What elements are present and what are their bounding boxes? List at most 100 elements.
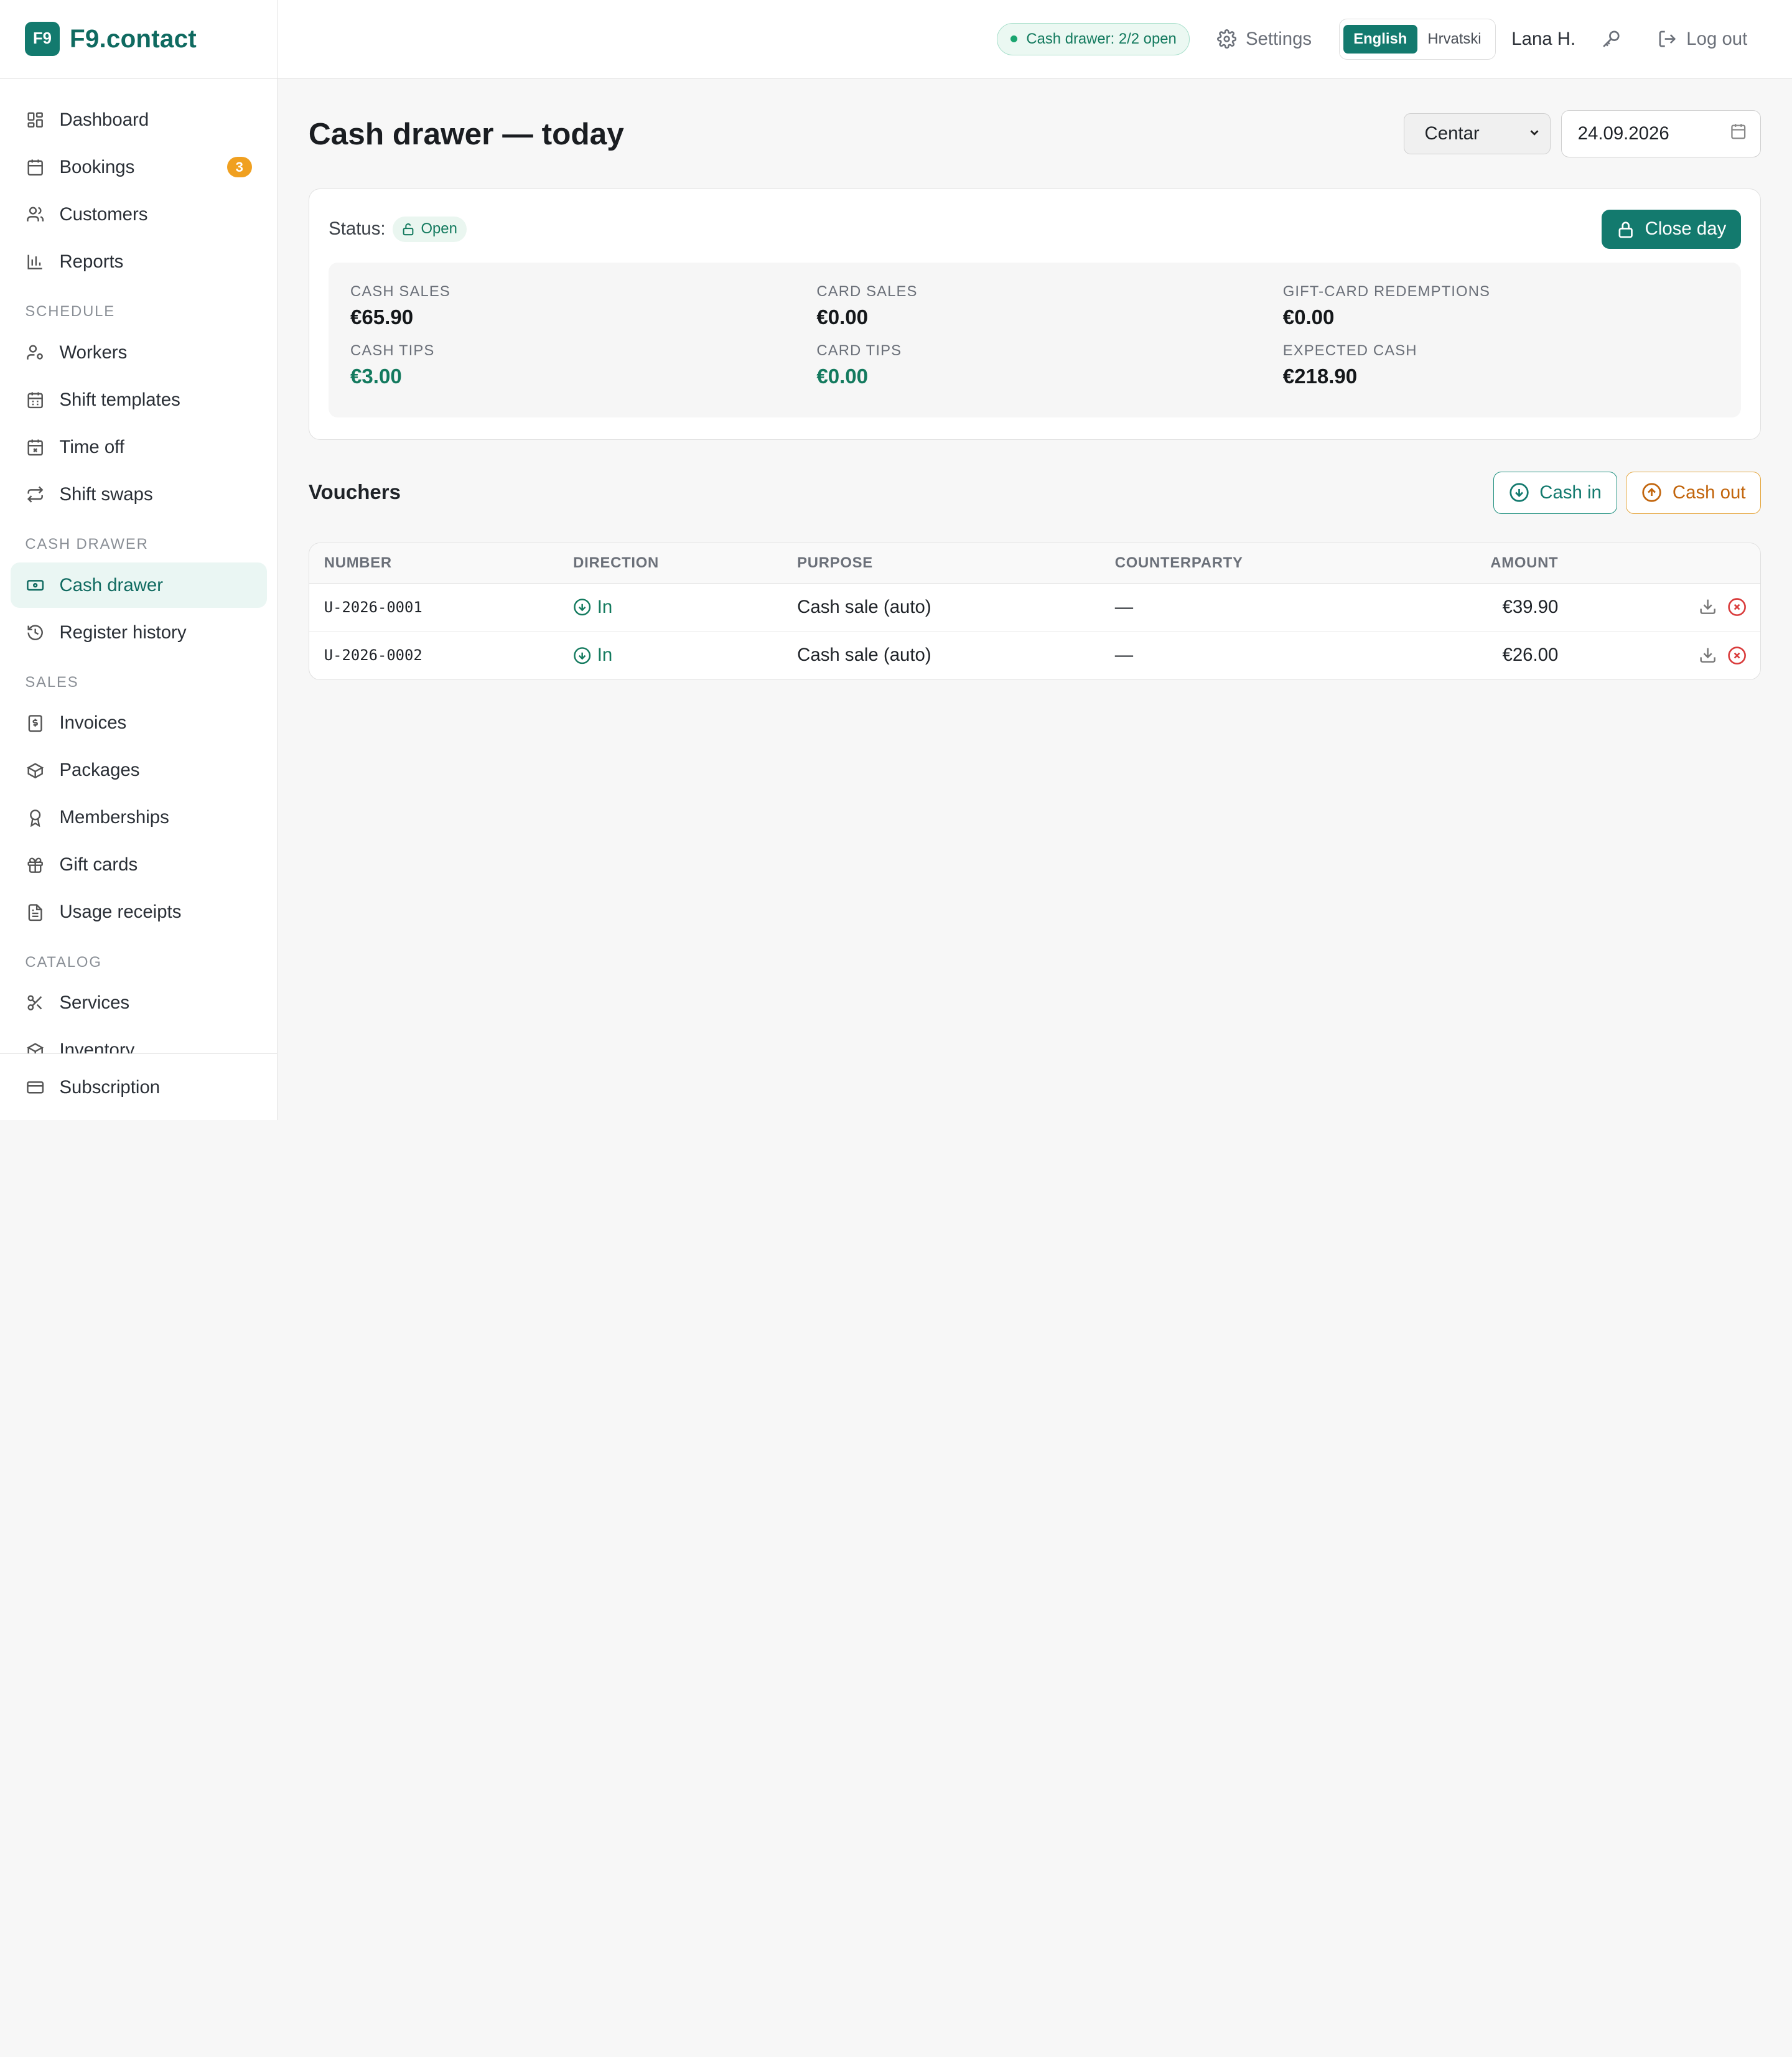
- calendar-icon: [25, 157, 45, 177]
- column-header-amount[interactable]: AMOUNT: [1332, 554, 1559, 572]
- gift-icon: [25, 855, 45, 875]
- voucher-counterparty: —: [1114, 596, 1134, 617]
- sidebar-item-shift-templates[interactable]: Shift templates: [11, 377, 267, 422]
- calendar-icon[interactable]: [1730, 123, 1747, 145]
- status-value: Open: [421, 220, 457, 238]
- receipt-dollar-icon: [25, 713, 45, 734]
- column-header-counterparty[interactable]: COUNTERPARTY: [1115, 554, 1332, 572]
- users-icon: [25, 204, 45, 225]
- sidebar-item-label: Services: [59, 992, 130, 1014]
- key-icon[interactable]: [1601, 29, 1622, 49]
- voucher-actions: Cash in Cash out: [1493, 471, 1762, 514]
- sidebar-item-label: Invoices: [59, 712, 127, 734]
- drawer-summary-card: Status: Open Close day CASH SALES €65.90…: [308, 189, 1762, 441]
- arrow-down-circle-icon: [573, 598, 591, 616]
- close-day-button[interactable]: Close day: [1601, 210, 1742, 249]
- cash-out-button[interactable]: Cash out: [1626, 471, 1762, 514]
- sidebar-item-label: Customers: [59, 203, 148, 225]
- sidebar-item-invoices[interactable]: Invoices: [11, 701, 267, 746]
- vouchers-table: NUMBER DIRECTION PURPOSE COUNTERPARTY AM…: [308, 543, 1762, 680]
- page-header: Cash drawer — today Centar 24.09.2026: [308, 79, 1762, 189]
- stat-value: €3.00: [350, 365, 402, 389]
- chevron-down-icon: [1528, 123, 1541, 144]
- package-icon: [25, 760, 45, 781]
- sidebar-item-register-history[interactable]: Register history: [11, 610, 267, 655]
- calendar-x-icon: [25, 437, 45, 457]
- lock-open-icon: [401, 222, 415, 236]
- status-line: Status: Open: [329, 217, 467, 242]
- stat-label: CASH SALES: [350, 282, 450, 300]
- settings-label: Settings: [1245, 28, 1312, 49]
- lang-english-button[interactable]: English: [1343, 24, 1417, 54]
- date-input[interactable]: 24.09.2026: [1561, 110, 1762, 157]
- summary-stats: CASH SALES €65.90 CARD SALES €0.00 GIFT-…: [329, 262, 1742, 418]
- table-header-row: NUMBER DIRECTION PURPOSE COUNTERPARTY AM…: [309, 543, 1761, 584]
- sidebar-item-shift-swaps[interactable]: Shift swaps: [11, 472, 267, 517]
- column-header-direction[interactable]: DIRECTION: [573, 554, 797, 572]
- sidebar-item-dashboard[interactable]: Dashboard: [11, 97, 267, 142]
- logout-link[interactable]: Log out: [1658, 29, 1747, 50]
- settings-link[interactable]: Settings: [1217, 29, 1312, 50]
- sidebar-section-cash-drawer: CASH DRAWER: [25, 536, 149, 553]
- scissors-icon: [25, 993, 45, 1014]
- download-icon[interactable]: [1699, 646, 1717, 665]
- bookings-count-badge: 3: [226, 157, 252, 178]
- logout-label: Log out: [1686, 28, 1748, 49]
- location-select-value: Centar: [1424, 123, 1480, 144]
- sidebar-item-label: Register history: [59, 622, 187, 643]
- stat-value: €218.90: [1282, 365, 1358, 389]
- download-icon[interactable]: [1699, 597, 1717, 617]
- cash-in-label: Cash in: [1539, 482, 1602, 503]
- logout-icon: [1658, 29, 1677, 49]
- location-select[interactable]: Centar: [1403, 113, 1551, 154]
- cancel-x-circle-icon[interactable]: [1727, 597, 1747, 617]
- lang-croatian-button[interactable]: Hrvatski: [1417, 25, 1491, 54]
- sidebar-item-time-off[interactable]: Time off: [11, 424, 267, 470]
- table-row[interactable]: U-2026-0001 In Cash sale (auto) — €39.90: [309, 584, 1761, 632]
- cash-in-button[interactable]: Cash in: [1493, 471, 1617, 514]
- stat-value: €0.00: [816, 365, 869, 389]
- vouchers-header: Vouchers Cash in Cash out: [308, 440, 1762, 543]
- sidebar-item-memberships[interactable]: Memberships: [11, 795, 267, 841]
- sidebar-item-label: Reports: [59, 251, 124, 272]
- page-content: Cash drawer — today Centar 24.09.2026 St…: [278, 79, 1792, 680]
- sidebar-item-customers[interactable]: Customers: [11, 192, 267, 237]
- sidebar-item-usage-receipts[interactable]: Usage receipts: [11, 890, 267, 935]
- vouchers-title: Vouchers: [308, 480, 401, 504]
- sidebar-item-workers[interactable]: Workers: [11, 330, 267, 375]
- voucher-direction: In: [573, 645, 797, 666]
- sidebar-item-reports[interactable]: Reports: [11, 239, 267, 284]
- voucher-direction-label: In: [597, 645, 613, 666]
- brand[interactable]: F9 F9.contact: [0, 0, 278, 79]
- voucher-purpose: Cash sale (auto): [797, 645, 931, 666]
- drawer-status-text: Cash drawer: 2/2 open: [1026, 30, 1177, 47]
- row-actions: [1558, 646, 1760, 665]
- sidebar-item-packages[interactable]: Packages: [11, 748, 267, 793]
- sidebar-item-bookings[interactable]: Bookings 3: [11, 144, 267, 190]
- sidebar-item-cash-drawer[interactable]: Cash drawer: [10, 562, 267, 609]
- sidebar-item-label: Time off: [59, 436, 124, 457]
- arrow-down-circle-icon: [573, 646, 591, 665]
- sidebar-item-subscription[interactable]: Subscription: [11, 1065, 268, 1110]
- sidebar-item-label: Dashboard: [59, 109, 149, 130]
- drawer-status-pill[interactable]: Cash drawer: 2/2 open: [997, 23, 1190, 55]
- page-title: Cash drawer — today: [308, 116, 624, 151]
- stat-cash-tips: CASH TIPS €3.00: [350, 342, 816, 402]
- voucher-direction: In: [573, 597, 797, 618]
- bar-chart-icon: [25, 251, 45, 272]
- status-label: Status:: [329, 218, 386, 240]
- table-row[interactable]: U-2026-0002 In Cash sale (auto) — €26.00: [309, 632, 1760, 679]
- sidebar-item-services[interactable]: Services: [11, 980, 267, 1025]
- sidebar-item-label: Shift templates: [59, 389, 180, 410]
- sidebar-item-gift-cards[interactable]: Gift cards: [11, 842, 267, 888]
- user-name[interactable]: Lana H.: [1511, 29, 1575, 50]
- app-root: F9 F9.contact Dashboard Bookings 3 Custo…: [0, 0, 1792, 1120]
- voucher-amount: €26.00: [1502, 645, 1559, 666]
- cancel-x-circle-icon[interactable]: [1727, 646, 1747, 665]
- column-header-purpose[interactable]: PURPOSE: [797, 554, 1115, 572]
- sidebar-item-label: Usage receipts: [59, 902, 182, 923]
- stat-expected-cash: EXPECTED CASH €218.90: [1283, 342, 1720, 402]
- voucher-counterparty: —: [1114, 645, 1134, 666]
- column-header-number[interactable]: NUMBER: [324, 554, 573, 572]
- brand-name: F9.contact: [70, 24, 197, 54]
